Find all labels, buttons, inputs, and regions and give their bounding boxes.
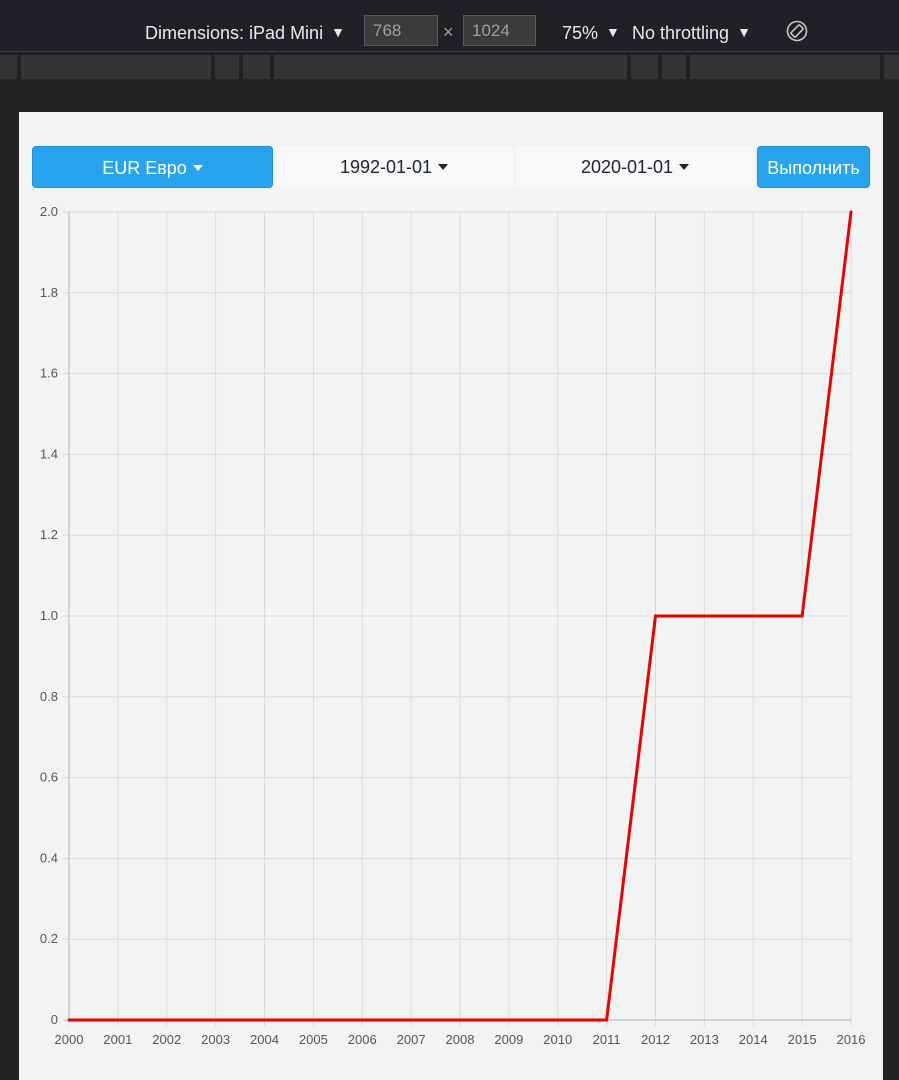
x-tick-label: 2004 bbox=[250, 1032, 279, 1047]
data-point bbox=[507, 1018, 511, 1022]
x-tick-label: 2014 bbox=[739, 1032, 768, 1047]
dimensions-label: Dimensions: iPad Mini bbox=[145, 23, 324, 43]
y-tick-label: 0.4 bbox=[40, 850, 58, 865]
media-query-segment[interactable] bbox=[662, 55, 686, 79]
data-point bbox=[654, 614, 657, 618]
x-tick-label: 2003 bbox=[201, 1032, 230, 1047]
data-point bbox=[311, 1018, 315, 1022]
media-query-segment[interactable] bbox=[631, 55, 658, 79]
zoom-label: 75% bbox=[562, 23, 599, 43]
x-tick-label: 2000 bbox=[55, 1032, 84, 1047]
y-tick-label: 1.4 bbox=[40, 446, 58, 461]
data-point bbox=[360, 1018, 364, 1022]
x-tick-label: 2006 bbox=[348, 1032, 377, 1047]
height-input[interactable]: 1024 bbox=[463, 15, 536, 46]
x-tick-label: 2007 bbox=[397, 1032, 426, 1047]
media-query-segment[interactable] bbox=[274, 55, 627, 79]
dimensions-dropdown[interactable]: Dimensions: iPad Mini ▼ bbox=[145, 0, 345, 51]
x-tick-label: 2005 bbox=[299, 1032, 328, 1047]
chevron-down-icon: ▼ bbox=[331, 24, 345, 40]
devtools-device-toolbar: Dimensions: iPad Mini ▼ 768 × 1024 75% ▼ N… bbox=[0, 0, 899, 52]
data-point bbox=[165, 1018, 169, 1022]
data-point bbox=[458, 1018, 462, 1022]
data-point bbox=[556, 1018, 560, 1022]
x-tick-label: 2013 bbox=[690, 1032, 719, 1047]
data-point bbox=[849, 210, 853, 214]
media-query-segment[interactable] bbox=[243, 55, 270, 79]
media-query-segment[interactable] bbox=[0, 55, 17, 79]
y-tick-label: 0.6 bbox=[40, 770, 58, 785]
data-point bbox=[800, 614, 804, 618]
media-query-segment[interactable] bbox=[215, 55, 239, 79]
y-tick-label: 1.0 bbox=[40, 608, 58, 623]
chevron-down-icon: ▼ bbox=[737, 24, 751, 40]
throttling-dropdown[interactable]: No throttling ▼ bbox=[632, 0, 751, 51]
x-tick-label: 2010 bbox=[543, 1032, 572, 1047]
data-point bbox=[263, 1018, 266, 1022]
data-point bbox=[67, 1018, 71, 1022]
y-tick-label: 1.2 bbox=[40, 527, 58, 542]
times-icon: × bbox=[443, 22, 454, 42]
page-viewport: EUR Евро 1992-01-01 2020-01-01 Выполнить… bbox=[19, 112, 883, 1080]
x-tick-label: 2008 bbox=[446, 1032, 475, 1047]
data-point bbox=[116, 1018, 120, 1022]
y-tick-label: 0 bbox=[51, 1012, 58, 1027]
media-query-segment[interactable] bbox=[690, 55, 880, 79]
data-point bbox=[702, 614, 706, 618]
y-tick-label: 0.2 bbox=[40, 931, 58, 946]
x-tick-label: 2009 bbox=[494, 1032, 523, 1047]
media-query-segment[interactable] bbox=[21, 55, 211, 79]
chevron-down-icon: ▼ bbox=[606, 24, 620, 40]
x-tick-label: 2012 bbox=[641, 1032, 670, 1047]
rate-chart: 0 0.2 0.4 0.6 0.8 1.0 1.2 1.4 1.6 1.8 2.0 2000 2001… bbox=[40, 204, 866, 1047]
x-tick-label: 2011 bbox=[593, 1032, 621, 1047]
data-point bbox=[605, 1018, 609, 1022]
y-tick-label: 1.8 bbox=[40, 285, 58, 300]
data-point bbox=[214, 1018, 218, 1022]
media-query-segment[interactable] bbox=[884, 55, 899, 79]
width-input[interactable]: 768 bbox=[364, 15, 438, 46]
x-tick-label: 2015 bbox=[788, 1032, 817, 1047]
x-tick-label: 2002 bbox=[152, 1032, 181, 1047]
y-tick-label: 0.8 bbox=[40, 689, 58, 704]
chart-grid bbox=[63, 211, 852, 1026]
throttling-label: No throttling bbox=[632, 23, 730, 43]
media-query-bar bbox=[0, 52, 899, 79]
x-tick-label: 2001 bbox=[103, 1032, 132, 1047]
rotate-icon[interactable] bbox=[786, 20, 808, 42]
data-point bbox=[409, 1018, 413, 1022]
data-point bbox=[751, 614, 755, 618]
y-tick-label: 1.6 bbox=[40, 366, 58, 381]
zoom-dropdown[interactable]: 75% ▼ bbox=[562, 0, 620, 51]
x-tick-label: 2016 bbox=[837, 1032, 866, 1047]
y-tick-label: 2.0 bbox=[40, 204, 58, 219]
